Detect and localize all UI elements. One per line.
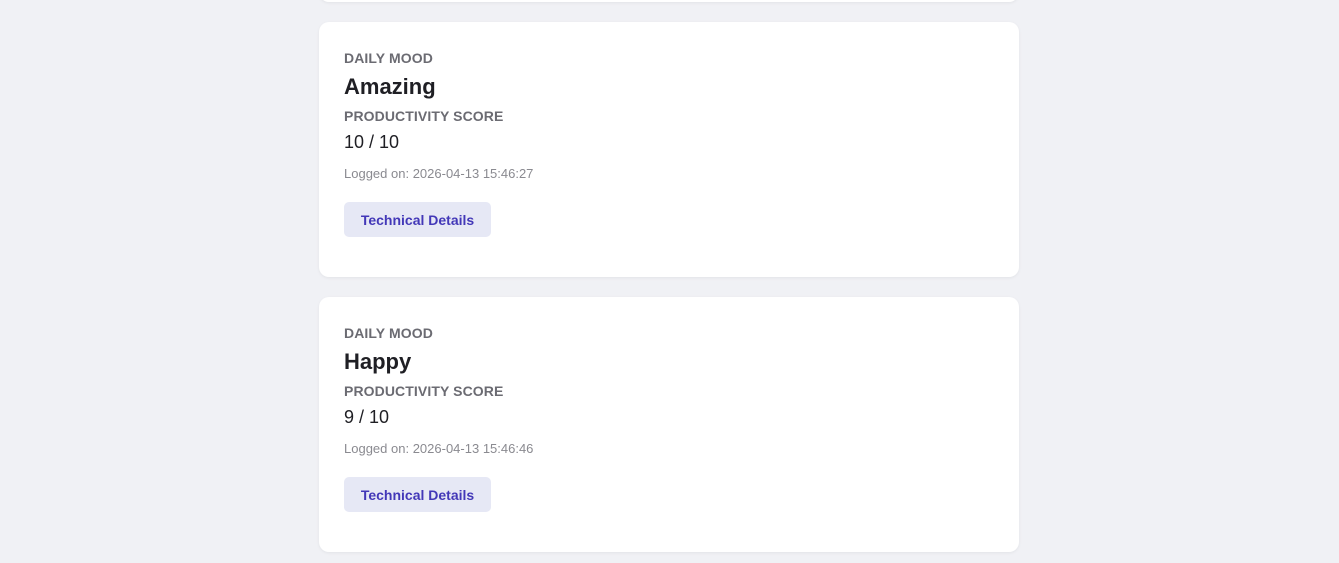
productivity-score-value: 9/10 (344, 406, 994, 428)
technical-details-button[interactable]: Technical Details (344, 477, 491, 512)
productivity-score-label: PRODUCTIVITY SCORE (344, 108, 504, 124)
productivity-score-value: 10/10 (344, 131, 994, 153)
logged-timestamp: Logged on: 2026-04-13 15:46:46 (344, 441, 994, 457)
logged-prefix: Logged on: (344, 166, 410, 181)
score-separator: / (359, 407, 365, 427)
score-max: 10 (379, 132, 400, 152)
score-number: 9 (344, 407, 355, 427)
logged-datetime: 2026-04-13 15:46:46 (412, 441, 534, 456)
daily-mood-label: DAILY MOOD (344, 50, 433, 66)
logged-datetime: 2026-04-13 15:46:27 (412, 166, 534, 181)
score-number: 10 (344, 132, 365, 152)
technical-details-button[interactable]: Technical Details (344, 202, 491, 237)
daily-mood-label: DAILY MOOD (344, 325, 433, 341)
logged-prefix: Logged on: (344, 441, 410, 456)
score-separator: / (369, 132, 375, 152)
logged-timestamp: Logged on: 2026-04-13 15:46:27 (344, 166, 994, 182)
daily-mood-value: Happy (344, 349, 412, 374)
entry-card: DAILY MOOD Amazing PRODUCTIVITY SCORE 10… (319, 22, 1019, 277)
score-max: 10 (369, 407, 390, 427)
productivity-score-label: PRODUCTIVITY SCORE (344, 383, 504, 399)
mood-log-page: DAILY MOOD Amazing PRODUCTIVITY SCORE 10… (0, 0, 1339, 563)
daily-mood-value: Amazing (344, 74, 436, 99)
previous-entry-card (319, 0, 1019, 2)
entry-card: DAILY MOOD Happy PRODUCTIVITY SCORE 9/10… (319, 297, 1019, 552)
